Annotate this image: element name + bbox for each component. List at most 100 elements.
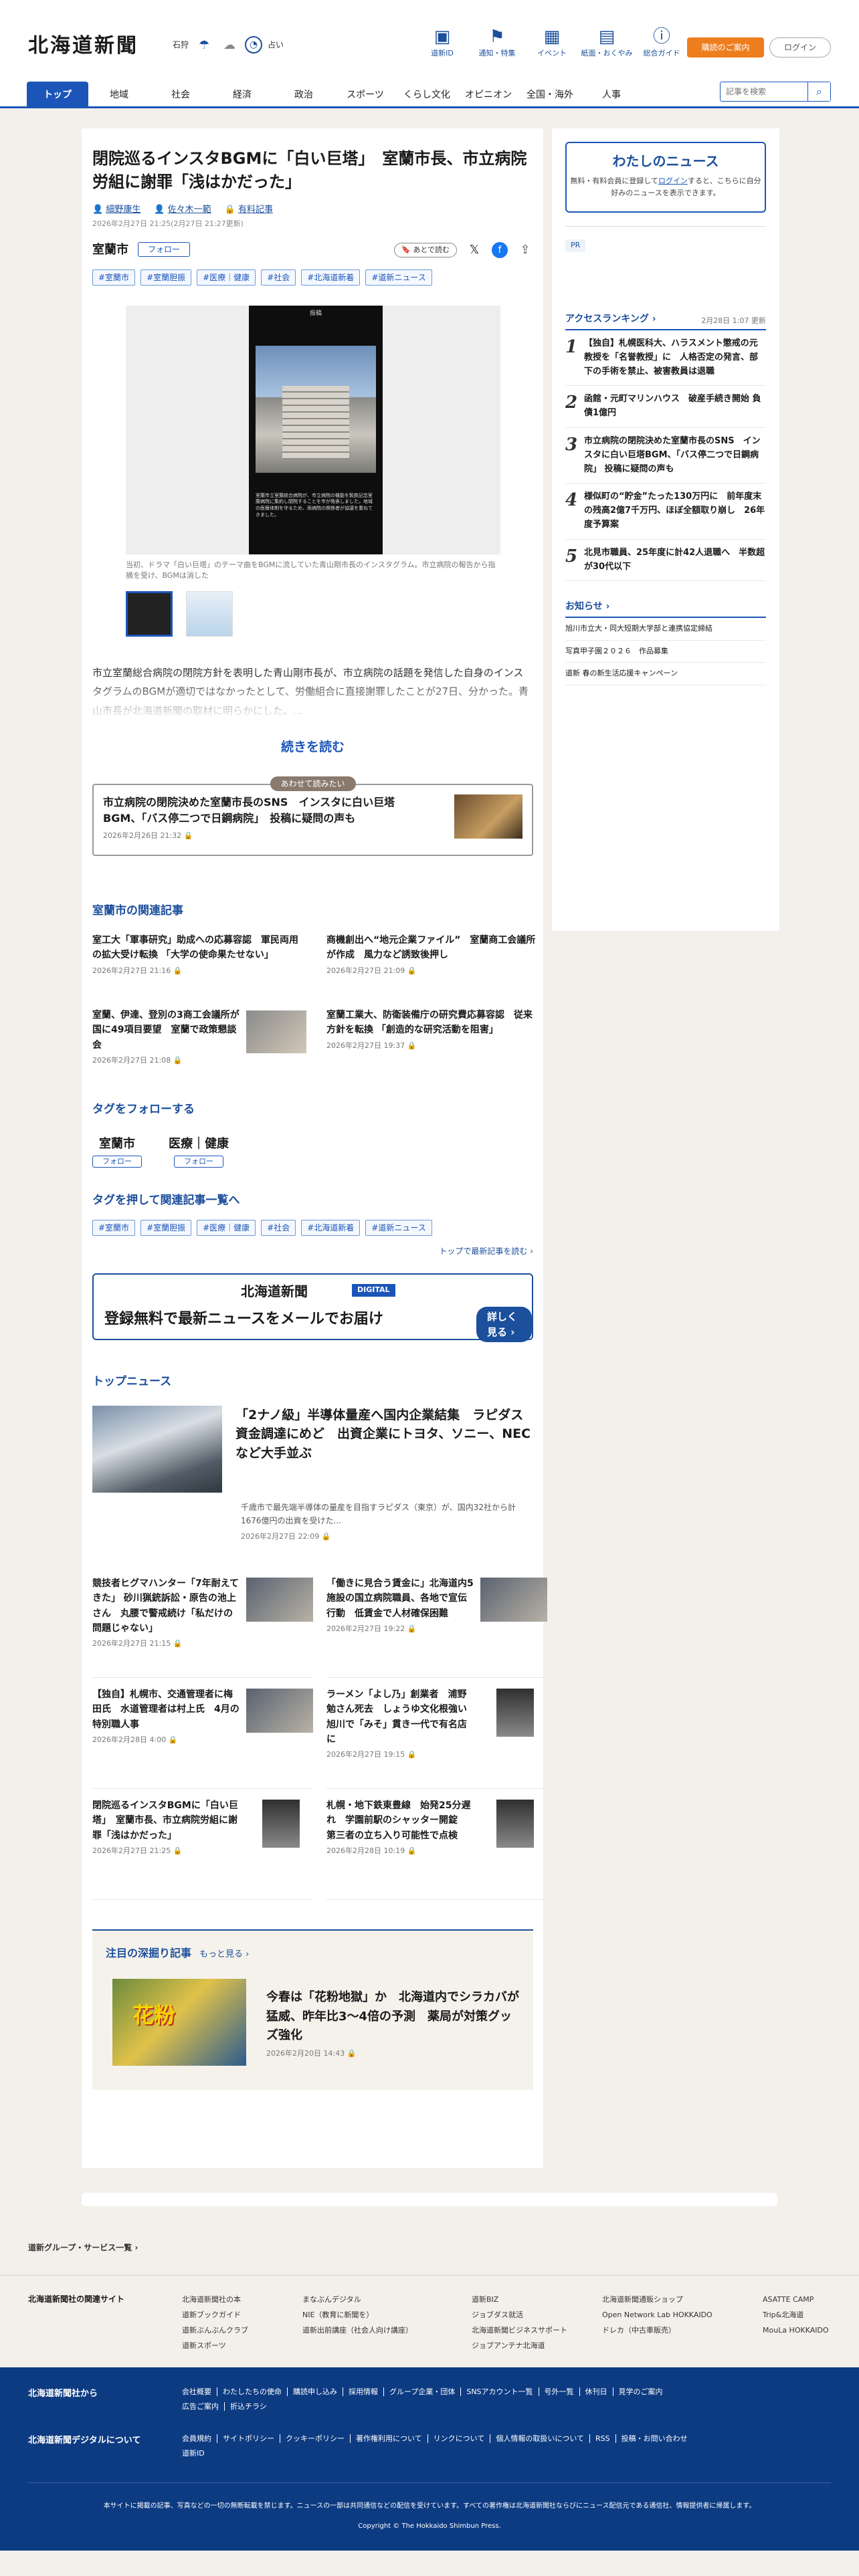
footer-link[interactable]: グループ企業・団体 [383,2387,456,2396]
group-services-link[interactable]: 道新グループ・サービス一覧 › [28,2242,138,2254]
login-link[interactable]: ログイン [658,177,688,185]
top-news-item[interactable]: 競技者ヒグマハンター「7年耐えてきた」 砂川猟銃訴訟・原告の池上さん 丸腰で警戒… [92,1567,313,1678]
newsletter-banner[interactable]: 北海道新聞 DIGITAL 登録無料で最新ニュースをメールでお届け 詳しく見る … [92,1273,533,1343]
nav-item-politics[interactable]: 政治 [273,82,335,108]
footer-link[interactable]: クッキーポリシー [280,2434,345,2443]
footer-link[interactable]: 道新ID [182,2449,205,2458]
footer-link[interactable]: 折込チラシ [224,2402,267,2411]
area-name[interactable]: 室蘭市 [92,241,128,259]
search-icon[interactable]: ⌕ [807,82,830,101]
article-photo[interactable]: 投稿 室蘭市立室蘭総合病院が、市立病院の機能を製鉄記念室蘭病院に集約し閉院するこ… [126,305,500,554]
tag[interactable]: #室蘭市 [92,1220,136,1237]
nav-item-personnel[interactable]: 人事 [581,82,642,108]
search-input[interactable] [721,82,807,101]
footer-link[interactable]: サイトポリシー [217,2434,274,2443]
facebook-share-icon[interactable]: f [492,242,508,258]
site-logo[interactable]: 北海道新聞 [28,31,138,61]
x-share-icon[interactable]: 𝕏 [466,242,482,258]
footer-link[interactable]: 北海道新聞通販ショップ [602,2292,712,2307]
footer-link[interactable]: Open Network Lab HOKKAIDO [602,2307,712,2323]
tag[interactable]: #道新ニュース [365,1220,432,1237]
footer-link[interactable]: 採用情報 [343,2387,378,2396]
follow-area-button[interactable]: フォロー [138,242,191,257]
footer-link[interactable]: 北海道新聞社の本 [182,2292,248,2307]
footer-link[interactable]: 会社概要 [182,2387,211,2396]
top-news-item[interactable]: 札幌・地下鉄東豊線 始発25分遅れ 学園前駅のシャッター開錠 第三者の立ち入り可… [326,1789,547,1900]
footer-link[interactable]: 見学のご案内 [612,2387,663,2396]
notice-item[interactable]: 写真甲子園２０２６ 作品募集 [565,641,766,663]
footer-link[interactable]: 号外一覧 [538,2387,574,2396]
nav-item-sports[interactable]: スポーツ [335,82,396,108]
banner-button[interactable]: 詳しく見る › [476,1307,532,1343]
footer-link[interactable]: 著作権利用について [350,2434,422,2443]
footer-link[interactable]: 北海道新聞ビジネスサポート [472,2323,567,2338]
footer-link[interactable]: 道新出前講座（社会人向け講座） [302,2323,413,2338]
more-link[interactable]: もっと見る › [199,1949,249,1959]
header-link-doshin-id[interactable]: ▣ 道新ID [415,25,470,60]
ranking-item[interactable]: 2 函館・元町マリンハウス 破産手続き開始 負債1億円 [565,386,766,428]
top-news-main[interactable]: 「2ナノ級」半導体量産へ国内企業結集 ラピダス資金調達にめど 出資企業にトヨタ、… [92,1405,533,1493]
follow-button[interactable]: フォロー [92,1155,142,1168]
author[interactable]: 👤 佐々木一範 [154,203,211,217]
nav-item-opinion[interactable]: オピニオン [458,82,519,108]
footer-link[interactable]: 道新ぶんぶんクラブ [182,2323,248,2338]
footer-link[interactable]: SNSアカウント一覧 [460,2387,533,2396]
tag[interactable]: #北海道新着 [301,1220,361,1237]
ranking-item[interactable]: 4 様似町の“貯金”たった130万円に 前年度末の残高2億7千万円、ほぼ全額取り崩… [565,484,766,540]
weather-widget[interactable]: 石狩 ☂ ☁ ◔ 占い [173,35,284,55]
footer-link[interactable]: リンクについて [427,2434,485,2443]
footer-link[interactable]: RSS [589,2434,610,2443]
footer-link[interactable]: ジョブダス就活 [472,2307,567,2323]
footer-link[interactable]: ジョブアンテナ北海道 [472,2338,567,2353]
footer-link[interactable]: 道新スポーツ [182,2338,248,2353]
author[interactable]: 👤 細野康生 [92,203,140,217]
latest-news-link[interactable]: トップで最新記事を読む › [92,1245,533,1257]
login-button[interactable]: ログイン [769,37,831,58]
nav-item-culture[interactable]: くらし文化 [396,82,458,108]
top-news-item[interactable]: 閉院巡るインスタBGMに「白い巨塔」 室蘭市長、市立病院労組に謝罪「浅はかだった… [92,1789,313,1900]
tag[interactable]: #北海道新着 [301,269,361,286]
footer-link[interactable]: MouLa HOKKAIDO [763,2323,829,2338]
header-link-event[interactable]: ▦ イベント [524,25,579,60]
tag[interactable]: #室蘭市 [92,269,136,286]
tag[interactable]: #医療｜健康 [197,1220,256,1237]
save-later-button[interactable]: 🔖 あとで読む [394,242,457,258]
notice-item[interactable]: 道新 春の新生活応援キャンペーン [565,663,766,685]
tag[interactable]: #室蘭胆振 [140,1220,192,1237]
footer-link[interactable]: 会員規約 [182,2434,211,2443]
tag[interactable]: #室蘭胆振 [140,269,192,286]
top-news-item[interactable]: 「働きに見合う賃金に」北海道内5施設の国立病院職員、各地で宣伝行動 低賃金で人材… [326,1567,547,1678]
tag[interactable]: #社会 [261,1220,296,1237]
footer-link[interactable]: Trip&北海道 [763,2307,829,2323]
tag[interactable]: #道新ニュース [365,269,432,286]
notice-item[interactable]: 旭川市立大・同大短期大学部と連携協定締結 [565,618,766,641]
top-news-item[interactable]: 【独自】札幌市、交通管理者に梅田氏 水道管理者は村上氏 4月の特別職人事 2026… [92,1678,313,1789]
footer-link[interactable]: 道新ブックガイド [182,2307,248,2323]
header-link-paper[interactable]: ▤ 紙面・おくやみ [579,25,634,60]
area-news-item[interactable]: 室工大「軍事研究」助成への応募容認 軍民両用の拡大受け転換 「大学の使命果たせな… [92,933,306,993]
photo-thumbnail[interactable] [126,591,173,637]
footer-link[interactable]: 購読申し込み [287,2387,337,2396]
nav-item-top[interactable]: トップ [27,82,88,108]
area-news-item[interactable]: 商機創出へ“地元企業ファイル” 室蘭商工会議所が作成 風力など誘致後押し 2026… [326,933,541,993]
feature-title[interactable]: 今春は「花粉地獄」か 北海道内でシラカバが猛威、昨年比3〜4倍の予測 薬局が対策… [266,1988,520,2046]
share-icon[interactable]: ⇪ [517,242,533,258]
nav-item-society[interactable]: 社会 [150,82,211,108]
related-article-box[interactable]: あわせて読みたい 市立病院の閉院決めた室蘭市長のSNS インスタに白い巨塔BGM… [92,776,533,856]
area-news-item[interactable]: 室蘭工業大、防衛装備庁の研究費応募容認 従来方針を転換 「創造的な研究活動を阻害… [326,1008,541,1068]
feature-thumbnail[interactable]: 花粉 [112,1978,246,2066]
footer-link[interactable]: 広告ご案内 [182,2402,219,2411]
footer-link[interactable]: 道新BIZ [472,2292,567,2307]
footer-link[interactable]: NIE（教育に新聞を） [302,2307,413,2323]
notice-title[interactable]: お知らせ › [565,600,766,619]
tag[interactable]: #社会 [261,269,296,286]
footer-link[interactable]: ASATTE CAMP [763,2292,829,2307]
header-link-notify[interactable]: ⚑ 通知・特集 [470,25,524,60]
footer-link[interactable]: 個人情報の取扱いについて [490,2434,585,2443]
footer-link[interactable]: わたしたちの使命 [217,2387,282,2396]
nav-item-world[interactable]: 全国・海外 [519,82,581,108]
footer-link[interactable]: まなぶんデジタル [302,2292,413,2307]
ranking-item[interactable]: 3 市立病院の閉院決めた室蘭市長のSNS インスタに白い巨塔BGM、「バス停二つで… [565,428,766,484]
tag[interactable]: #医療｜健康 [197,269,256,286]
follow-button[interactable]: フォロー [174,1155,223,1168]
